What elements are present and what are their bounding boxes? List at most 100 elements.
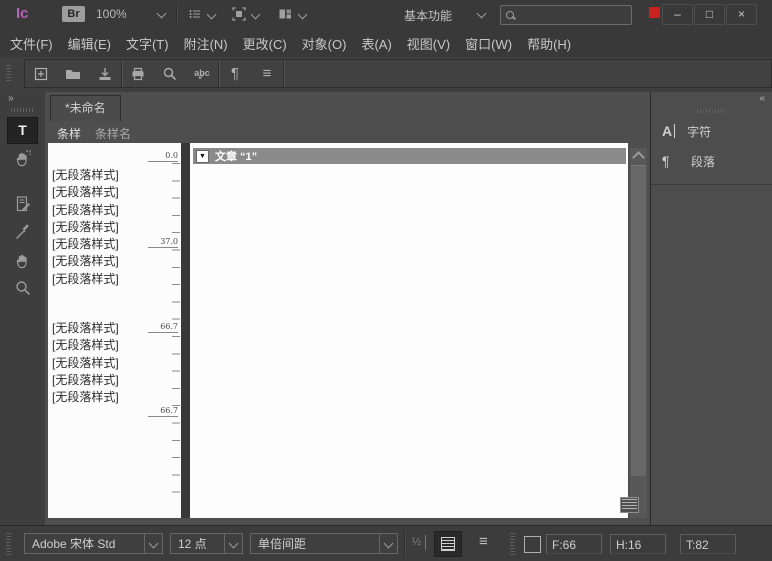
- view-options-icon: [188, 7, 202, 21]
- font-size-select[interactable]: 12 点: [170, 533, 243, 554]
- chevron-down-icon[interactable]: [157, 9, 167, 19]
- paragraph-label: 段落: [691, 153, 715, 170]
- chevron-down-icon[interactable]: [224, 534, 242, 553]
- chevron-down-icon: [251, 9, 261, 19]
- new-document-icon: [32, 65, 50, 83]
- open-button[interactable]: [57, 60, 89, 87]
- open-folder-icon: [64, 65, 82, 83]
- search-button[interactable]: [154, 60, 186, 87]
- position-tool[interactable]: [0, 144, 45, 172]
- paragraph-style-label[interactable]: [无段落样式]: [52, 271, 119, 288]
- paragraph-icon: ¶: [662, 153, 679, 169]
- chevron-down-icon[interactable]: [379, 534, 397, 553]
- hand-tool-icon: [13, 250, 33, 270]
- fraction-icon[interactable]: ½: [412, 535, 426, 550]
- column-divider[interactable]: [181, 143, 190, 518]
- menu-item[interactable]: 编辑(E): [68, 34, 111, 53]
- incopy-logo: Ic: [16, 5, 29, 22]
- search-input[interactable]: [514, 9, 631, 21]
- type-tool-icon: T: [7, 117, 38, 144]
- chevron-down-icon[interactable]: [144, 534, 162, 553]
- panel-grip[interactable]: [697, 109, 727, 113]
- zoom-tool[interactable]: [0, 274, 45, 302]
- save-icon: [96, 65, 114, 83]
- menu-item[interactable]: 更改(C): [243, 34, 287, 53]
- toolbar-strip: abc✓ ¶ ≡: [24, 59, 772, 88]
- menu-icon[interactable]: ≡: [479, 533, 488, 550]
- scrollbar-thumb[interactable]: [631, 165, 646, 476]
- collapse-story-icon[interactable]: ▼: [196, 150, 209, 163]
- workspace-switcher[interactable]: 基本功能: [404, 7, 452, 24]
- leading-value: 单倍间距: [251, 535, 379, 552]
- paragraph-style-label[interactable]: [无段落样式]: [52, 389, 119, 406]
- paragraph-panel-button[interactable]: ¶ 段落: [651, 148, 772, 174]
- red-indicator: [649, 7, 660, 18]
- minimize-button[interactable]: –: [662, 4, 693, 25]
- maximize-button[interactable]: □: [694, 4, 725, 25]
- paragraph-style-label[interactable]: [无段落样式]: [52, 236, 119, 253]
- print-button[interactable]: [122, 60, 154, 87]
- vertical-scrollbar[interactable]: [630, 148, 647, 518]
- hand-tool[interactable]: [0, 246, 45, 274]
- collapse-panel-icon[interactable]: «: [759, 93, 763, 104]
- paragraph-style-label[interactable]: [无段落样式]: [52, 202, 119, 219]
- menu-bar: 文件(F) 编辑(E) 文字(T) 附注(N) 更改(C) 对象(O) 表(A) 视图(V) 窗…: [0, 29, 772, 58]
- note-tool-icon: [13, 194, 33, 214]
- font-family-select[interactable]: Adobe 宋体 Std: [24, 533, 163, 554]
- paragraph-style-label[interactable]: [无段落样式]: [52, 167, 119, 184]
- paragraph-style-label[interactable]: [无段落样式]: [52, 372, 119, 389]
- chevron-down-icon[interactable]: [477, 9, 487, 19]
- show-hidden-characters-button[interactable]: ¶: [219, 60, 251, 87]
- zoom-tool-icon: [13, 278, 33, 298]
- statusbar-grip[interactable]: [6, 533, 11, 555]
- screen-mode-icon: [232, 7, 246, 21]
- view-tab-galley[interactable]: 条样: [57, 125, 81, 142]
- title-bar: Ic Br 100% 基本: [0, 0, 772, 30]
- view-tab-secondary[interactable]: 条样名: [95, 125, 131, 142]
- document-tab[interactable]: *未命名: [50, 95, 121, 121]
- menu-item[interactable]: 表(A): [361, 34, 391, 53]
- arrange-documents-dropdown[interactable]: [278, 7, 306, 21]
- expand-panel-icon[interactable]: »: [8, 93, 12, 104]
- menu-item[interactable]: 文件(F): [10, 34, 53, 53]
- panel-grip[interactable]: [11, 108, 33, 112]
- bridge-button[interactable]: Br: [62, 6, 85, 22]
- story-title: 文章 “1”: [215, 148, 257, 164]
- menu-item[interactable]: 帮助(H): [527, 34, 571, 53]
- story-text-area[interactable]: ▼ 文章 “1”: [190, 143, 628, 518]
- eyedropper-tool[interactable]: [0, 218, 45, 246]
- galley-info-toggle-button[interactable]: [434, 531, 462, 557]
- galley-info-column: 0.0 37.0 66.7 66.7 [无段落样式][无段落样式][无段落样式]…: [48, 143, 181, 518]
- toolbar-menu-button[interactable]: ≡: [251, 60, 283, 87]
- paragraph-style-label[interactable]: [无段落样式]: [52, 219, 119, 236]
- story-header[interactable]: ▼ 文章 “1”: [193, 148, 626, 164]
- paragraph-style-label[interactable]: [无段落样式]: [52, 355, 119, 372]
- toolbar-grip[interactable]: [6, 65, 11, 83]
- search-box[interactable]: [500, 5, 632, 25]
- menu-item[interactable]: 文字(T): [126, 34, 169, 53]
- menu-item[interactable]: 视图(V): [407, 34, 450, 53]
- view-options-dropdown[interactable]: [188, 7, 215, 21]
- zoom-level-value[interactable]: 100%: [96, 7, 127, 21]
- view-tabs: 条样 条样名: [57, 123, 131, 143]
- scroll-up-icon[interactable]: [632, 151, 645, 164]
- save-button[interactable]: [89, 60, 121, 87]
- paragraph-style-label[interactable]: [无段落样式]: [52, 253, 119, 270]
- type-tool[interactable]: T: [0, 116, 45, 144]
- statusbar-grip[interactable]: [510, 533, 515, 555]
- menu-item[interactable]: 附注(N): [184, 34, 228, 53]
- note-tool[interactable]: [0, 190, 45, 218]
- copyfit-info-icon: [524, 536, 541, 553]
- new-document-button[interactable]: [25, 60, 57, 87]
- close-button[interactable]: ×: [726, 4, 757, 25]
- paragraph-style-label[interactable]: [无段落样式]: [52, 184, 119, 201]
- spellcheck-button[interactable]: abc✓: [186, 60, 218, 87]
- menu-item[interactable]: 窗口(W): [465, 34, 512, 53]
- resize-grip-icon[interactable]: [620, 497, 639, 513]
- screen-mode-dropdown[interactable]: [232, 7, 259, 21]
- menu-item[interactable]: 对象(O): [302, 34, 347, 53]
- paragraph-style-label[interactable]: [无段落样式]: [52, 337, 119, 354]
- character-panel-button[interactable]: A 字符: [651, 118, 772, 144]
- leading-select[interactable]: 单倍间距: [250, 533, 398, 554]
- paragraph-style-label[interactable]: [无段落样式]: [52, 320, 119, 337]
